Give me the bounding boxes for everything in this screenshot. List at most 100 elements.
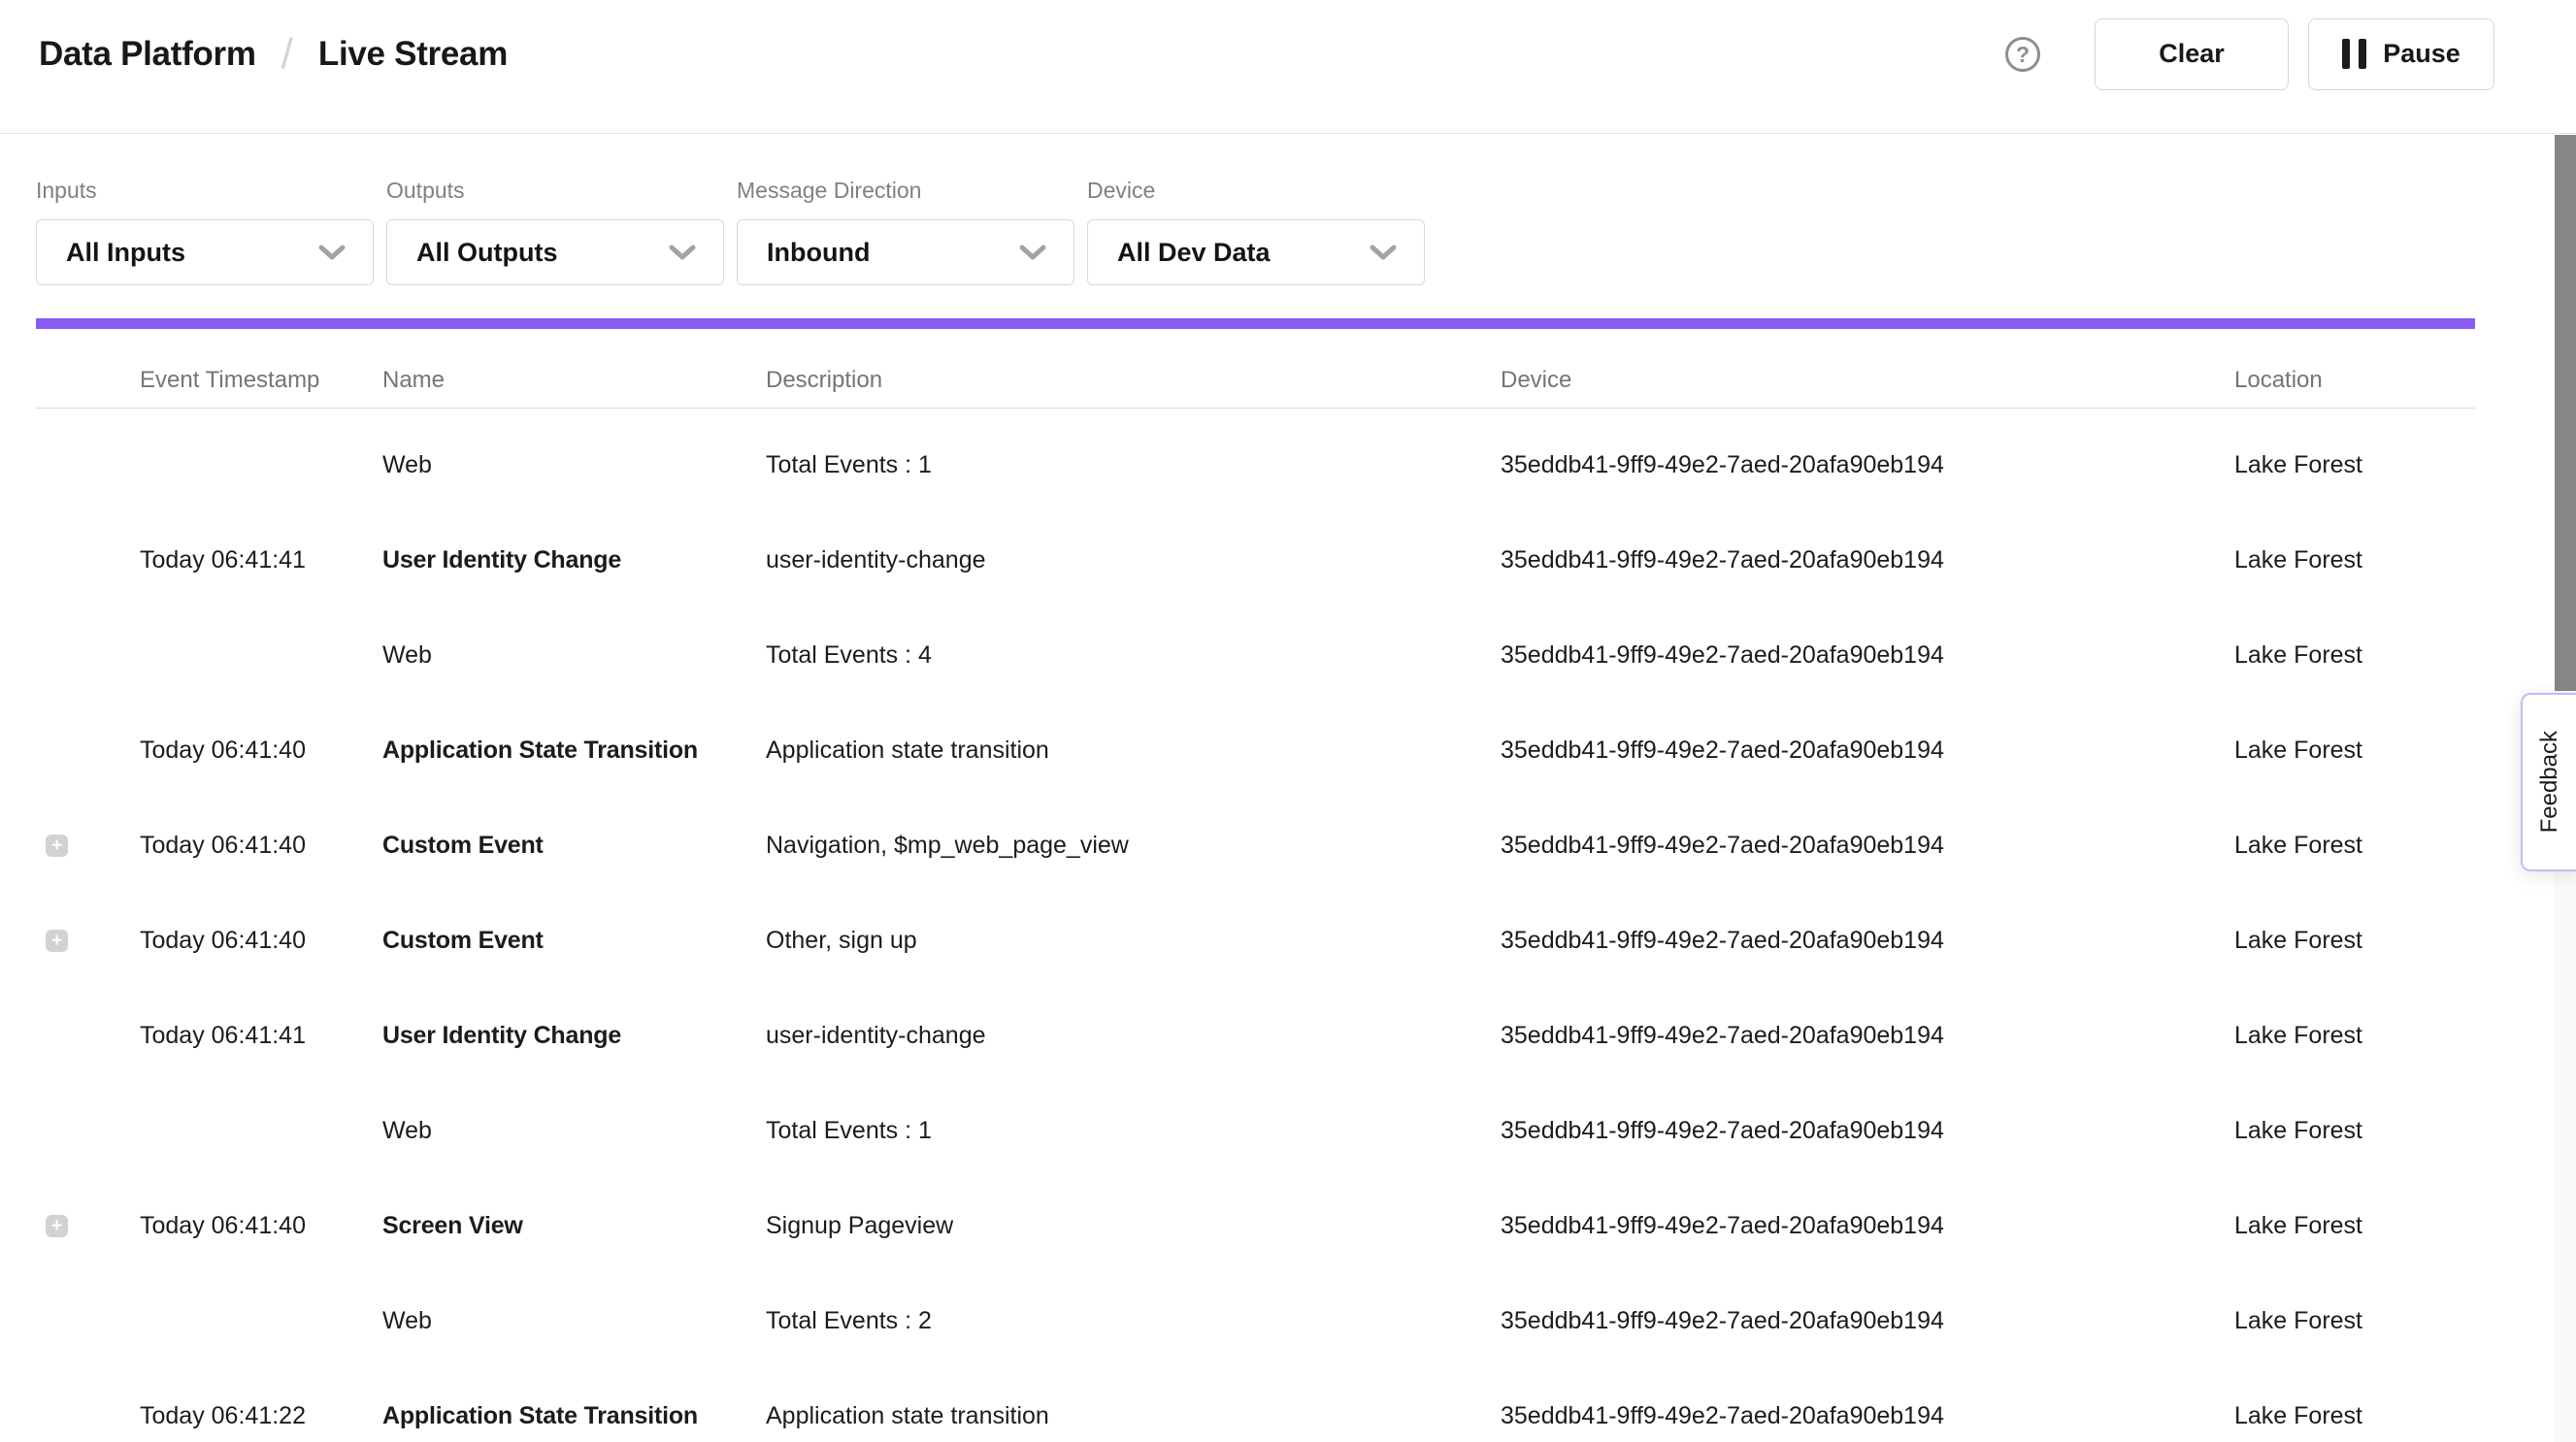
feedback-tab-label: Feedback bbox=[2536, 731, 2563, 833]
event-row[interactable]: + Web Total Events : 1 35eddb41-9ff9-49e… bbox=[36, 1083, 2475, 1178]
event-row-expander-cell: + bbox=[36, 1405, 140, 1427]
event-timestamp: Today 06:41:40 bbox=[140, 832, 382, 860]
event-row-expander-cell: + bbox=[36, 454, 140, 476]
vertical-scrollbar-thumb[interactable] bbox=[2555, 135, 2576, 691]
event-device-id: 35eddb41-9ff9-49e2-7aed-20afa90eb194 bbox=[1501, 546, 2234, 574]
event-name: User Identity Change bbox=[382, 546, 766, 574]
message-direction-dropdown[interactable]: Inbound bbox=[737, 219, 1074, 285]
event-row-expander-cell: + bbox=[36, 1120, 140, 1142]
header-actions: ? Clear Pause bbox=[2005, 18, 2494, 90]
event-row[interactable]: + Web Total Events : 2 35eddb41-9ff9-49e… bbox=[36, 1273, 2475, 1368]
filters-bar: Inputs All Inputs Outputs All Outputs Me… bbox=[0, 134, 2576, 285]
event-name: Custom Event bbox=[382, 832, 766, 860]
pause-icon bbox=[2342, 39, 2366, 69]
filter-message-direction-label: Message Direction bbox=[737, 177, 1074, 204]
event-description: Application state transition bbox=[766, 737, 1501, 765]
event-name: Screen View bbox=[382, 1212, 766, 1240]
feedback-tab[interactable]: Feedback bbox=[2521, 693, 2576, 871]
event-device-id: 35eddb41-9ff9-49e2-7aed-20afa90eb194 bbox=[1501, 832, 2234, 860]
event-location: Lake Forest bbox=[2234, 451, 2475, 479]
breadcrumb-data-platform[interactable]: Data Platform bbox=[39, 35, 256, 74]
event-location: Lake Forest bbox=[2234, 1117, 2475, 1145]
pause-button-label: Pause bbox=[2383, 39, 2460, 69]
filter-message-direction: Message Direction Inbound bbox=[737, 177, 1074, 285]
event-row[interactable]: + Today 06:41:40 Application State Trans… bbox=[36, 703, 2475, 798]
event-timestamp: Today 06:41:22 bbox=[140, 1402, 382, 1430]
event-location: Lake Forest bbox=[2234, 1402, 2475, 1430]
event-row[interactable]: + Today 06:41:41 User Identity Change us… bbox=[36, 988, 2475, 1083]
help-button[interactable]: ? bbox=[2005, 37, 2040, 72]
event-device-id: 35eddb41-9ff9-49e2-7aed-20afa90eb194 bbox=[1501, 1117, 2234, 1145]
pause-button[interactable]: Pause bbox=[2308, 18, 2494, 90]
column-header-name: Name bbox=[382, 367, 766, 394]
event-name: Custom Event bbox=[382, 927, 766, 955]
device-dropdown[interactable]: All Dev Data bbox=[1087, 219, 1425, 285]
event-device-id: 35eddb41-9ff9-49e2-7aed-20afa90eb194 bbox=[1501, 1212, 2234, 1240]
filter-inputs-label: Inputs bbox=[36, 177, 374, 204]
event-row[interactable]: + Web Total Events : 1 35eddb41-9ff9-49e… bbox=[36, 417, 2475, 512]
event-timestamp: Today 06:41:40 bbox=[140, 1212, 382, 1240]
expand-row-button[interactable]: + bbox=[46, 1215, 68, 1237]
device-dropdown-value: All Dev Data bbox=[1117, 238, 1271, 268]
chevron-down-icon bbox=[1370, 245, 1397, 261]
column-header-description: Description bbox=[766, 367, 1501, 394]
event-device-id: 35eddb41-9ff9-49e2-7aed-20afa90eb194 bbox=[1501, 1022, 2234, 1050]
event-location: Lake Forest bbox=[2234, 546, 2475, 574]
event-row[interactable]: + Today 06:41:22 Application State Trans… bbox=[36, 1368, 2475, 1442]
event-location: Lake Forest bbox=[2234, 1307, 2475, 1335]
event-name: User Identity Change bbox=[382, 1022, 766, 1050]
column-header-location: Location bbox=[2234, 367, 2475, 394]
inputs-dropdown-value: All Inputs bbox=[66, 238, 185, 268]
event-row[interactable]: + Today 06:41:40 Custom Event Other, sig… bbox=[36, 893, 2475, 988]
plus-icon: + bbox=[51, 1217, 62, 1235]
inputs-dropdown[interactable]: All Inputs bbox=[36, 219, 374, 285]
event-device-id: 35eddb41-9ff9-49e2-7aed-20afa90eb194 bbox=[1501, 737, 2234, 765]
filter-outputs: Outputs All Outputs bbox=[386, 177, 724, 285]
column-header-device: Device bbox=[1501, 367, 2234, 394]
event-description: Total Events : 2 bbox=[766, 1307, 1501, 1335]
live-stream-page: Data Platform / Live Stream ? Clear Paus… bbox=[0, 0, 2576, 1442]
stream-accent-bar bbox=[36, 318, 2475, 329]
event-timestamp: Today 06:41:41 bbox=[140, 1022, 382, 1050]
event-location: Lake Forest bbox=[2234, 927, 2475, 955]
event-row[interactable]: + Web Total Events : 4 35eddb41-9ff9-49e… bbox=[36, 607, 2475, 703]
event-name: Application State Transition bbox=[382, 737, 766, 765]
event-row-expander-cell: + bbox=[36, 739, 140, 762]
breadcrumb: Data Platform / Live Stream bbox=[39, 30, 508, 79]
events-table: Event Timestamp Name Description Device … bbox=[36, 329, 2475, 1442]
plus-icon: + bbox=[51, 932, 62, 950]
message-direction-dropdown-value: Inbound bbox=[767, 238, 870, 268]
expand-row-button[interactable]: + bbox=[46, 835, 68, 857]
chevron-down-icon bbox=[1019, 245, 1046, 261]
chevron-down-icon bbox=[669, 245, 696, 261]
column-header-event-timestamp: Event Timestamp bbox=[140, 367, 382, 394]
event-row-expander-cell: + bbox=[36, 549, 140, 572]
filter-outputs-label: Outputs bbox=[386, 177, 724, 204]
clear-button[interactable]: Clear bbox=[2095, 18, 2289, 90]
event-name: Application State Transition bbox=[382, 1402, 766, 1430]
event-location: Lake Forest bbox=[2234, 1212, 2475, 1240]
event-name: Web bbox=[382, 1307, 766, 1335]
event-row-expander-cell: + bbox=[36, 1310, 140, 1332]
event-row-expander-cell: + bbox=[36, 835, 140, 857]
event-device-id: 35eddb41-9ff9-49e2-7aed-20afa90eb194 bbox=[1501, 927, 2234, 955]
outputs-dropdown-value: All Outputs bbox=[416, 238, 557, 268]
event-row-expander-cell: + bbox=[36, 930, 140, 952]
breadcrumb-separator-icon: / bbox=[281, 30, 293, 79]
event-row[interactable]: + Today 06:41:40 Screen View Signup Page… bbox=[36, 1178, 2475, 1273]
event-timestamp: Today 06:41:40 bbox=[140, 927, 382, 955]
outputs-dropdown[interactable]: All Outputs bbox=[386, 219, 724, 285]
event-location: Lake Forest bbox=[2234, 737, 2475, 765]
breadcrumb-live-stream: Live Stream bbox=[318, 35, 508, 74]
event-row[interactable]: + Today 06:41:41 User Identity Change us… bbox=[36, 512, 2475, 607]
event-row-expander-cell: + bbox=[36, 644, 140, 667]
event-description: user-identity-change bbox=[766, 546, 1501, 574]
event-name: Web bbox=[382, 1117, 766, 1145]
event-row[interactable]: + Today 06:41:40 Custom Event Navigation… bbox=[36, 798, 2475, 893]
filter-device: Device All Dev Data bbox=[1087, 177, 1425, 285]
event-device-id: 35eddb41-9ff9-49e2-7aed-20afa90eb194 bbox=[1501, 1402, 2234, 1430]
event-device-id: 35eddb41-9ff9-49e2-7aed-20afa90eb194 bbox=[1501, 451, 2234, 479]
event-description: Signup Pageview bbox=[766, 1212, 1501, 1240]
events-table-header: Event Timestamp Name Description Device … bbox=[36, 329, 2475, 409]
expand-row-button[interactable]: + bbox=[46, 930, 68, 952]
